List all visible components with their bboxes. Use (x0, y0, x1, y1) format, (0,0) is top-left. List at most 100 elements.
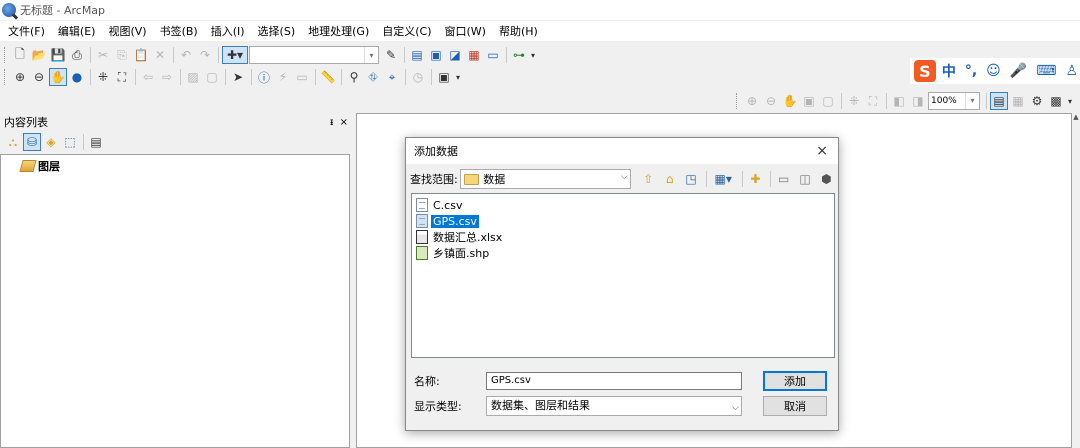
fixed-zoom-out-page-icon[interactable]: ⛶ (864, 92, 882, 110)
zoom-in-icon[interactable]: ⊕ (11, 68, 29, 86)
table-of-contents-icon[interactable]: ▤ (408, 46, 426, 64)
connect-folder-icon[interactable]: ✚ (746, 169, 765, 189)
menu-insert[interactable]: 插入(I) (211, 23, 245, 39)
microphone-icon[interactable]: 🎤 (1010, 63, 1027, 79)
layers-data-frame[interactable]: 图层 (19, 158, 349, 174)
measure-icon[interactable]: 📏 (319, 68, 337, 86)
menu-bookmarks[interactable]: 书签(B) (160, 23, 198, 39)
new-file-icon[interactable]: ◫ (795, 169, 814, 189)
find-icon[interactable]: ⚲ (345, 68, 363, 86)
delete-icon[interactable]: ✕ (151, 46, 169, 64)
undo-icon[interactable]: ↶ (177, 46, 195, 64)
new-doc-icon[interactable]: 🗋 (11, 46, 29, 64)
keyboard-icon[interactable]: ⌨ (1036, 63, 1056, 79)
fixed-zoom-in-page-icon[interactable]: ⁜ (845, 92, 863, 110)
pin-icon[interactable]: ᵻ (330, 117, 334, 128)
change-layout-icon[interactable]: ⚙ (1028, 92, 1046, 110)
copy-icon[interactable]: ⎘ (113, 46, 131, 64)
name-input[interactable]: GPS.csv (486, 372, 742, 390)
layout-zoom-combo[interactable]: 100% ▾ (928, 92, 980, 110)
list-by-source-icon[interactable]: ⛁ (23, 133, 41, 151)
menu-geoprocessing[interactable]: 地理处理(G) (308, 23, 369, 39)
open-icon[interactable]: 📂 (30, 46, 48, 64)
pan-icon[interactable]: ✋ (49, 68, 67, 86)
select-features-icon[interactable]: ▨ (184, 68, 202, 86)
options-icon[interactable]: ▤ (87, 133, 105, 151)
full-extent-icon[interactable]: ● (68, 68, 86, 86)
look-in-combo[interactable]: 数据 ⌵ (460, 169, 631, 189)
emoji-icon[interactable]: ☺ (986, 63, 1001, 79)
html-popup-icon[interactable]: ▭ (293, 68, 311, 86)
list-by-visibility-icon[interactable]: ◈ (42, 133, 60, 151)
model-builder-icon[interactable]: ⊶ (510, 46, 528, 64)
focus-data-frame-icon[interactable]: ▦ (1009, 92, 1027, 110)
next-extent-icon[interactable]: ◨ (909, 92, 927, 110)
file-item-gps-csv[interactable]: GPS.csv (416, 213, 834, 229)
menu-customize[interactable]: 自定义(C) (382, 23, 431, 39)
fixed-zoom-in-icon[interactable]: ⁜ (94, 68, 112, 86)
file-item-summary-xlsx[interactable]: 数据汇总.xlsx (416, 229, 834, 245)
back-extent-icon[interactable]: ⇦ (139, 68, 157, 86)
paste-icon[interactable]: 📋 (132, 46, 150, 64)
toolbar-grip[interactable] (4, 69, 8, 85)
layout-zoom-in-icon[interactable]: ⊕ (743, 92, 761, 110)
vertical-scrollbar[interactable]: ▲ (1072, 113, 1080, 448)
menu-edit[interactable]: 编辑(E) (58, 23, 96, 39)
menu-help[interactable]: 帮助(H) (499, 23, 538, 39)
file-item-c-csv[interactable]: C.csv (416, 197, 834, 213)
previous-extent-icon[interactable]: ◧ (890, 92, 908, 110)
home-icon[interactable]: ⌂ (660, 169, 679, 189)
scroll-up-icon[interactable]: ▲ (1072, 113, 1080, 121)
new-database-icon[interactable]: ⬢ (817, 169, 836, 189)
identify-icon[interactable]: ⓘ (255, 68, 273, 86)
time-slider-icon[interactable]: ◷ (409, 68, 427, 86)
toolbar-grip[interactable] (736, 93, 740, 109)
cancel-button[interactable]: 取消 (763, 396, 827, 416)
toolbar-overflow-icon[interactable]: ▾ (1068, 97, 1072, 106)
menu-selection[interactable]: 选择(S) (258, 23, 296, 39)
cut-icon[interactable]: ✂ (94, 46, 112, 64)
sogou-logo-icon[interactable]: S (913, 60, 936, 82)
arctoolbox-icon[interactable]: ▦ (465, 46, 483, 64)
zoom-100-icon[interactable]: ▢ (819, 92, 837, 110)
close-icon[interactable]: × (340, 117, 348, 128)
select-elements-icon[interactable]: ➤ (229, 68, 247, 86)
add-data-icon[interactable]: ✚▾ (222, 46, 248, 64)
catalog-icon[interactable]: ▣ (427, 46, 445, 64)
user-icon[interactable]: ♙ (1065, 63, 1078, 79)
fixed-zoom-out-icon[interactable]: ⛶ (113, 68, 131, 86)
clear-selection-icon[interactable]: ▢ (203, 68, 221, 86)
toolbar-grip[interactable] (4, 47, 8, 63)
menu-view[interactable]: 视图(V) (108, 23, 146, 39)
save-icon[interactable]: 💾 (49, 46, 67, 64)
menu-file[interactable]: 文件(F) (8, 23, 45, 39)
scale-combo[interactable]: ▾ (249, 46, 379, 64)
toggle-draft-mode-icon[interactable]: ▤ (990, 92, 1008, 110)
zoom-whole-page-icon[interactable]: ▣ (800, 92, 818, 110)
viewer-window-icon[interactable]: ▣ (435, 68, 453, 86)
ime-mode[interactable]: 中 (942, 61, 956, 81)
search-window-icon[interactable]: ◪ (446, 46, 464, 64)
layout-pan-icon[interactable]: ✋ (781, 92, 799, 110)
list-by-selection-icon[interactable]: ⬚ (61, 133, 79, 151)
catalog-view-icon[interactable]: ◳ (681, 169, 700, 189)
view-options-icon[interactable]: ▦▾ (710, 169, 737, 189)
file-item-township-shp[interactable]: 乡镇面.shp (416, 245, 834, 261)
print-icon[interactable]: ⎙ (68, 46, 86, 64)
up-one-level-icon[interactable]: ⇧ (639, 169, 658, 189)
list-by-drawing-order-icon[interactable]: ⛬ (4, 133, 22, 151)
editor-toolbar-icon[interactable]: ✎ (382, 46, 400, 64)
go-to-xy-icon[interactable]: ⌖ (383, 68, 401, 86)
dialog-close-icon[interactable]: × (816, 143, 828, 159)
layout-zoom-out-icon[interactable]: ⊖ (762, 92, 780, 110)
new-folder-icon[interactable]: ▭ (774, 169, 793, 189)
find-route-icon[interactable]: ⛗ (364, 68, 382, 86)
punctuation-icon[interactable]: °, (965, 63, 977, 79)
toolbar-overflow-icon[interactable]: ▾ (456, 73, 460, 82)
python-window-icon[interactable]: ▭ (484, 46, 502, 64)
menu-windows[interactable]: 窗口(W) (445, 23, 486, 39)
redo-icon[interactable]: ↷ (196, 46, 214, 64)
toolbar-overflow-icon[interactable]: ▾ (531, 51, 535, 60)
forward-extent-icon[interactable]: ⇨ (158, 68, 176, 86)
show-type-combo[interactable]: 数据集、图层和结果 ⌵ (486, 396, 742, 416)
